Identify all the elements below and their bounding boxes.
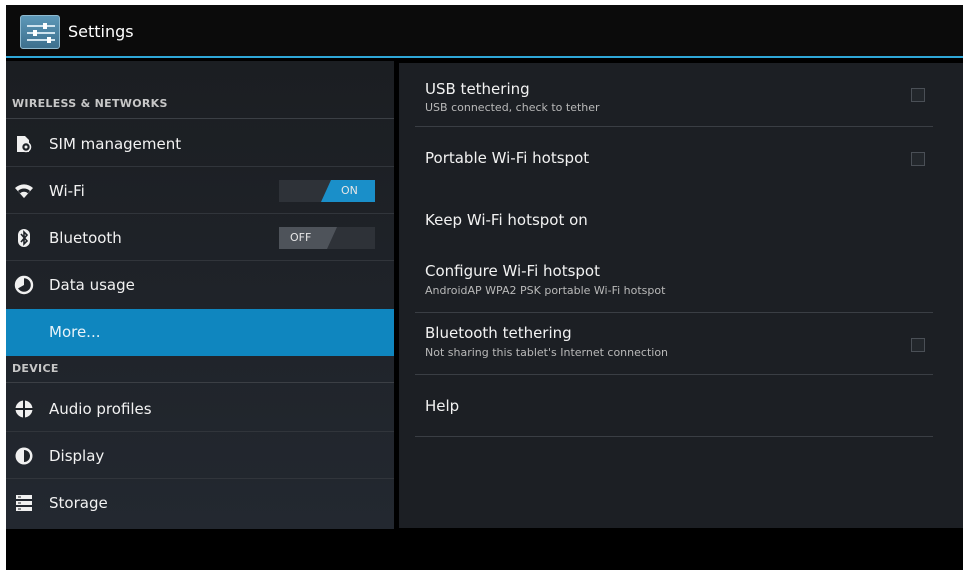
bluetooth-toggle[interactable]: OFF: [279, 227, 375, 249]
sidebar-item-label: Data usage: [49, 276, 135, 294]
system-bar: [6, 533, 963, 570]
pref-usb-tethering[interactable]: USB tethering USB connected, check to te…: [415, 63, 933, 127]
divider: [415, 436, 933, 437]
bluetooth-tethering-checkbox[interactable]: [911, 338, 925, 352]
settings-screen: Settings WIRELESS & NETWORKS SIM managem…: [6, 5, 963, 570]
divider: [6, 431, 394, 432]
pref-keep-wifi-hotspot-on[interactable]: Keep Wi-Fi hotspot on: [415, 189, 933, 251]
sidebar-item-label: Display: [49, 447, 105, 465]
toggle-state-label: ON: [341, 184, 358, 197]
pref-title: Keep Wi-Fi hotspot on: [425, 211, 588, 229]
pref-portable-wifi-hotspot[interactable]: Portable Wi-Fi hotspot: [415, 127, 933, 189]
sidebar-item-label: SIM management: [49, 135, 182, 153]
sidebar-item-label: Audio profiles: [49, 400, 152, 418]
sidebar-item-audio-profiles[interactable]: Audio profiles: [6, 386, 394, 432]
data-usage-icon: [14, 275, 34, 295]
sidebar-item-storage[interactable]: Storage: [6, 480, 394, 526]
divider: [6, 382, 394, 383]
pref-title: Help: [425, 397, 460, 415]
app-title: Settings: [68, 22, 134, 41]
settings-app-icon[interactable]: [20, 15, 60, 49]
audio-profiles-icon: [14, 399, 34, 419]
pref-title: Portable Wi-Fi hotspot: [425, 149, 590, 167]
action-bar-divider: [6, 56, 963, 58]
pref-summary: USB connected, check to tether: [425, 101, 600, 114]
pref-title: USB tethering: [425, 80, 530, 98]
divider: [6, 166, 394, 167]
storage-icon: [14, 493, 34, 513]
divider: [6, 478, 394, 479]
section-header-wireless: WIRELESS & NETWORKS: [6, 97, 394, 119]
sidebar-item-label: Bluetooth: [49, 229, 122, 247]
sidebar-item-label: Wi-Fi: [49, 182, 85, 200]
sidebar-item-data-usage[interactable]: Data usage: [6, 262, 394, 308]
sidebar-item-more[interactable]: More...: [6, 309, 394, 356]
sidebar-item-label: Storage: [49, 494, 108, 512]
action-bar: Settings: [6, 5, 963, 58]
toggle-state-label: OFF: [290, 231, 312, 244]
settings-sidebar: WIRELESS & NETWORKS SIM management Wi-Fi…: [6, 61, 394, 529]
bluetooth-icon: [14, 228, 34, 248]
sidebar-item-display[interactable]: Display: [6, 433, 394, 479]
sidebar-item-wifi[interactable]: Wi-Fi ON: [6, 168, 394, 214]
more-settings-panel: USB tethering USB connected, check to te…: [399, 63, 963, 528]
pref-summary: AndroidAP WPA2 PSK portable Wi-Fi hotspo…: [425, 284, 666, 297]
sim-management-icon: [14, 134, 34, 154]
section-header-label: WIRELESS & NETWORKS: [12, 97, 168, 110]
display-icon: [14, 446, 34, 466]
pref-title: Bluetooth tethering: [425, 324, 572, 342]
pref-bluetooth-tethering[interactable]: Bluetooth tethering Not sharing this tab…: [415, 313, 933, 375]
sidebar-item-sim-management[interactable]: SIM management: [6, 121, 394, 167]
pref-summary: Not sharing this tablet's Internet conne…: [425, 346, 669, 359]
wifi-hotspot-checkbox[interactable]: [911, 152, 925, 166]
sidebar-item-label: More...: [49, 323, 101, 341]
divider: [6, 213, 394, 214]
divider: [6, 118, 394, 119]
section-header-label: DEVICE: [12, 362, 59, 375]
section-header-device: DEVICE: [6, 357, 394, 383]
usb-tethering-checkbox[interactable]: [911, 88, 925, 102]
sidebar-item-bluetooth[interactable]: Bluetooth OFF: [6, 215, 394, 261]
pref-title: Configure Wi-Fi hotspot: [425, 262, 600, 280]
divider: [6, 260, 394, 261]
pref-help[interactable]: Help: [415, 375, 933, 437]
pref-configure-wifi-hotspot[interactable]: Configure Wi-Fi hotspot AndroidAP WPA2 P…: [415, 251, 933, 313]
wifi-toggle[interactable]: ON: [279, 180, 375, 202]
wifi-icon: [14, 181, 34, 201]
